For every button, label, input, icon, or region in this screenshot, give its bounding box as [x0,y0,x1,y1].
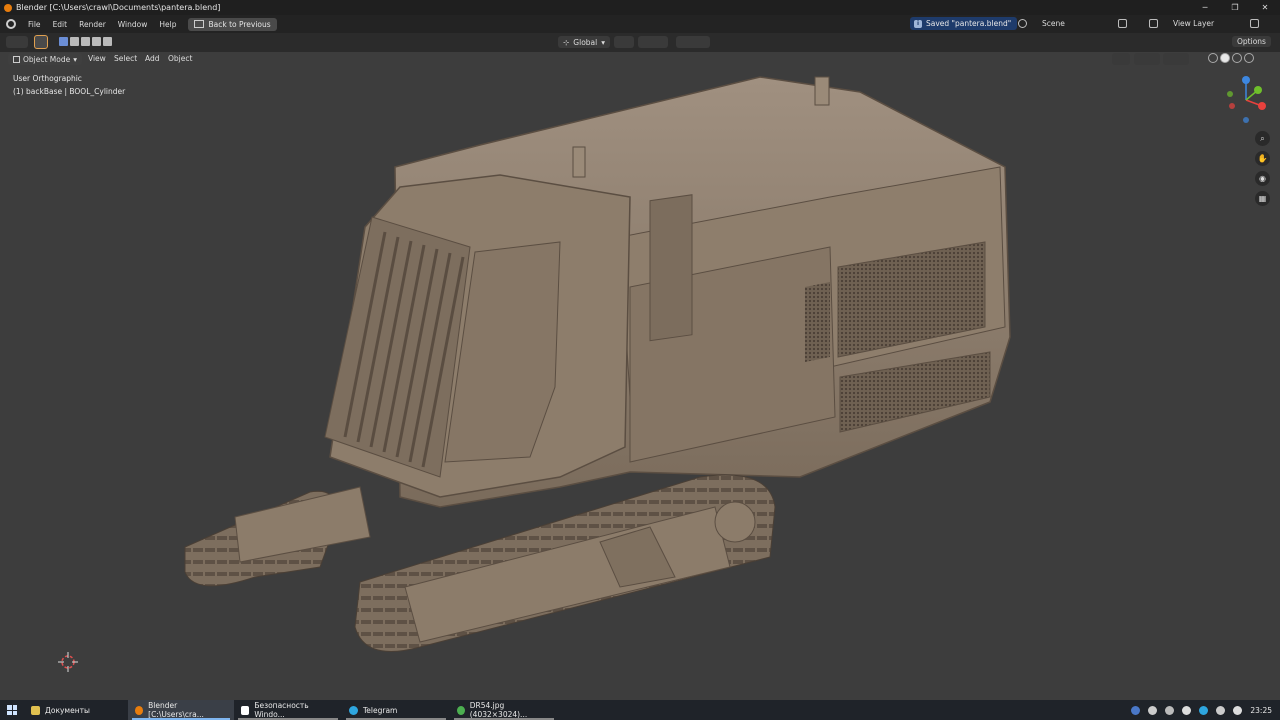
viewport-3d[interactable] [0,67,1280,700]
viewport-menu-select[interactable]: Select [114,54,137,63]
blender-icon [135,705,144,715]
close-button[interactable]: ✕ [1250,0,1280,15]
select-subtract-icon[interactable] [81,37,90,46]
back-to-previous-label: Back to Previous [208,19,271,29]
cloud-icon[interactable] [1148,705,1158,715]
keyboard-icon[interactable] [1216,705,1226,715]
viewport-menu-object[interactable]: Object [168,54,192,63]
network-icon[interactable] [1165,705,1175,715]
pivot-point-dropdown[interactable] [614,36,634,48]
machine-body [324,76,1011,508]
z-axis-handle[interactable] [1242,76,1250,84]
viewport-menu-view[interactable]: View [88,54,106,63]
selection-mode-group [59,37,112,46]
object-mode-dropdown[interactable]: Object Mode ▾ [8,53,83,65]
viewport-menu-add[interactable]: Add [145,54,160,63]
wireframe-shading-icon[interactable] [1208,53,1218,63]
taskbar-label: Telegram [363,705,398,715]
navigation-gizmo[interactable] [1222,74,1270,126]
zoom-icon[interactable]: ⌕ [1255,131,1270,146]
telegram-tray-icon[interactable] [1199,705,1209,715]
saved-notification: i Saved "pantera.blend" [910,17,1018,30]
object-mode-icon [13,55,20,63]
title-bar: Blender [C:\Users\crawl\Documents\panter… [0,0,1280,15]
taskbar-item-documents[interactable]: Документы [24,700,128,720]
camera-icon[interactable]: ◉ [1255,171,1270,186]
rendered-shading-icon[interactable] [1244,53,1254,63]
chevron-down-icon: ▾ [601,37,605,47]
scene-name[interactable]: Scene [1042,19,1065,28]
snap-toggle[interactable] [638,36,668,48]
proportional-editing-toggle[interactable] [676,36,710,48]
chevron-down-icon: ▾ [73,54,78,64]
select-new-icon[interactable] [59,37,68,46]
view-layer-name[interactable]: View Layer [1173,19,1214,28]
menu-render[interactable]: Render [73,20,112,29]
taskbar-item-telegram[interactable]: Telegram [342,700,450,720]
object-mode-label: Object Mode [23,54,71,64]
info-icon: i [914,19,922,28]
minimize-button[interactable]: ─ [1190,0,1220,15]
transform-orientation-dropdown[interactable]: ⊹ Global ▾ [558,36,610,48]
material-shading-icon[interactable] [1232,53,1242,63]
saved-label: Saved "pantera.blend" [926,19,1012,28]
menu-help[interactable]: Help [153,20,182,29]
select-intersect-icon[interactable] [103,37,112,46]
back-to-previous-button[interactable]: Back to Previous [188,17,277,31]
orientation-label: Global [573,37,598,47]
window-title: Blender [C:\Users\crawl\Documents\panter… [16,3,221,12]
menu-bar: File Edit Render Window Help Back to Pre… [0,15,1280,33]
clock[interactable]: 23:25 [1250,706,1272,715]
y-axis-handle[interactable] [1254,86,1262,94]
solid-shading-icon[interactable] [1220,53,1230,63]
blender-logo-icon[interactable] [6,19,16,29]
view-name: User Orthographic [13,74,82,83]
scene-icon[interactable] [1018,19,1027,28]
menu-window[interactable]: Window [112,20,154,29]
taskbar-label: Безопасность Windo... [254,701,309,719]
active-object-label: (1) backBase | BOOL_Cylinder [13,87,126,96]
battery-icon[interactable] [1233,705,1243,715]
folder-icon [31,705,40,715]
orientation-icon: ⊹ [563,37,570,47]
taskbar-label: Blender [C:\Users\cra... [148,701,204,719]
taskbar: Документы Blender [C:\Users\cra... Безоп… [0,700,1280,720]
taskbar-item-blender[interactable]: Blender [C:\Users\cra... [128,700,234,720]
select-invert-icon[interactable] [92,37,101,46]
window-controls: ─ ❐ ✕ [1190,0,1280,15]
menu-edit[interactable]: Edit [47,20,74,29]
taskbar-item-chrome[interactable]: DR54.jpg (4032×3024)... [450,700,558,720]
bluetooth-icon[interactable] [1131,705,1141,715]
overlay-toggle-icon[interactable] [1163,53,1189,65]
taskbar-label: DR54.jpg (4032×3024)... [469,701,528,719]
select-extend-icon[interactable] [70,37,79,46]
options-dropdown[interactable]: Options [1232,36,1271,47]
x-axis-handle[interactable] [1258,102,1266,110]
system-tray: 23:25 [1131,700,1280,720]
volume-icon[interactable] [1182,705,1192,715]
maximize-button[interactable]: ❐ [1220,0,1250,15]
3d-cursor-icon [58,652,78,672]
menu-file[interactable]: File [22,20,47,29]
start-button[interactable] [0,700,24,720]
hand-icon[interactable]: ✋ [1255,151,1270,166]
windows-icon [7,705,17,715]
gizmo-toggle-icon[interactable] [1134,53,1160,65]
screen-icon [194,20,205,28]
visibility-icon[interactable] [1112,53,1130,65]
telegram-icon [349,705,358,715]
editor-type-button[interactable] [6,36,28,48]
new-view-layer-icon[interactable] [1250,19,1259,28]
taskbar-item-security[interactable]: Безопасность Windo... [234,700,342,720]
grid-icon[interactable]: ▦ [1255,191,1270,206]
shield-icon [241,705,250,715]
new-scene-icon[interactable] [1118,19,1127,28]
taskbar-label: Документы [45,705,90,715]
shading-mode-group [1208,53,1254,63]
select-tool-icon[interactable] [34,35,48,49]
chrome-icon [457,705,465,715]
view-layer-icon[interactable] [1149,19,1158,28]
blender-icon [4,3,12,12]
